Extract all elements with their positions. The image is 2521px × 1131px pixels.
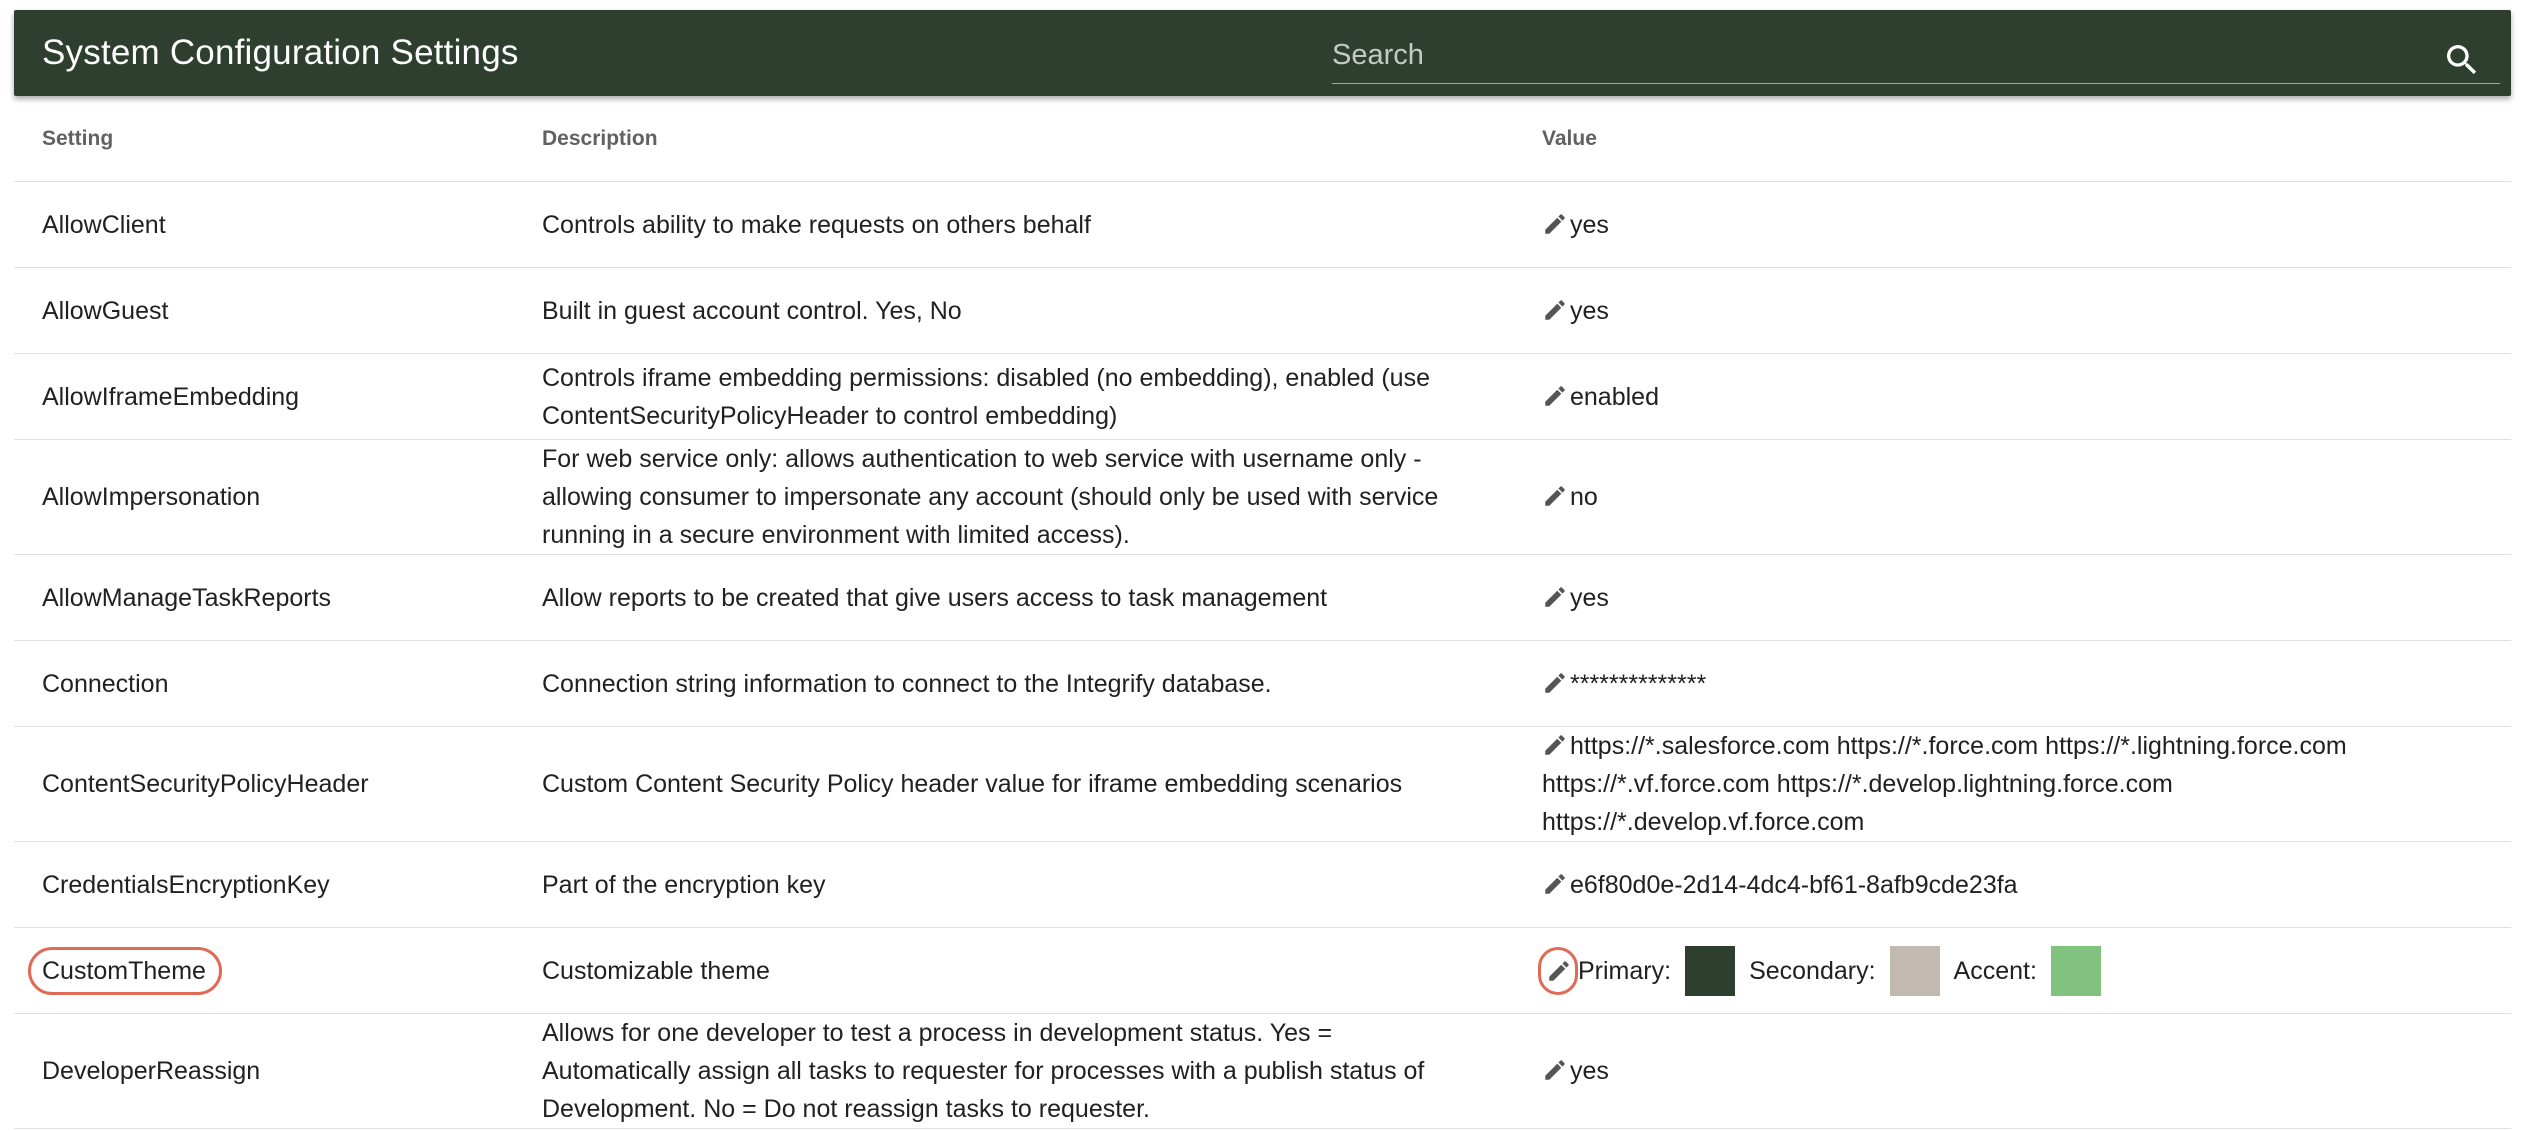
table-row: AllowGuest Built in guest account contro…: [14, 268, 2511, 354]
table-row: AllowImpersonation For web service only:…: [14, 440, 2511, 555]
column-header-description[interactable]: Description: [542, 96, 1482, 181]
app-toolbar: System Configuration Settings: [14, 10, 2511, 96]
setting-description: Built in guest account control. Yes, No: [542, 296, 962, 325]
secondary-label: Secondary:: [1749, 956, 1876, 985]
setting-value-text: https://*.salesforce.com https://*.force…: [1542, 732, 2347, 836]
setting-value-text: yes: [1570, 1057, 1609, 1085]
settings-table: Setting Description Value AllowClient Co…: [14, 96, 2511, 1129]
setting-value-text: yes: [1570, 583, 1609, 612]
accent-label: Accent:: [1953, 956, 2037, 985]
setting-value: **************: [1542, 641, 2502, 726]
pencil-icon[interactable]: [1542, 483, 1568, 509]
setting-description: For web service only: allows authenticat…: [542, 445, 1439, 549]
setting-value: yes: [1542, 182, 2502, 267]
pencil-icon[interactable]: [1542, 297, 1568, 323]
table-row: CustomTheme Customizable theme Primary: …: [14, 928, 2511, 1014]
pencil-icon[interactable]: [1542, 211, 1568, 237]
column-header-value[interactable]: Value: [1542, 96, 2502, 181]
setting-value-text: **************: [1570, 669, 1707, 698]
highlight-circle: [28, 946, 222, 995]
search-icon[interactable]: [2442, 40, 2482, 80]
table-row: DeveloperReassign Allows for one develop…: [14, 1014, 2511, 1129]
table-row: AllowClient Controls ability to make req…: [14, 182, 2511, 268]
page-title: System Configuration Settings: [42, 33, 519, 72]
table-header: Setting Description Value: [14, 96, 2511, 182]
accent-color-swatch[interactable]: [2050, 945, 2101, 996]
setting-description: Connection string information to connect…: [542, 669, 1272, 698]
setting-name: CredentialsEncryptionKey: [42, 870, 330, 899]
setting-name: Connection: [42, 669, 169, 698]
table-row: AllowManageTaskReports Allow reports to …: [14, 555, 2511, 641]
setting-value-text: e6f80d0e-2d14-4dc4-bf61-8afb9cde23fa: [1570, 870, 2018, 899]
setting-description: Allows for one developer to test a proce…: [542, 1019, 1425, 1123]
search-input[interactable]: [1332, 28, 2432, 82]
setting-name: DeveloperReassign: [42, 1057, 261, 1085]
pencil-icon[interactable]: [1542, 871, 1568, 897]
setting-description: Custom Content Security Policy header va…: [542, 770, 1403, 798]
table-row: ContentSecurityPolicyHeader Custom Conte…: [14, 727, 2511, 842]
table-row: AllowIframeEmbedding Controls iframe emb…: [14, 354, 2511, 440]
setting-value: yes: [1542, 1014, 2502, 1128]
setting-name: ContentSecurityPolicyHeader: [42, 770, 369, 798]
setting-value: no: [1542, 440, 2502, 554]
highlight-circle: [1538, 946, 1578, 995]
setting-value: Primary: Secondary: Accent:: [1538, 928, 2502, 1013]
setting-value-text: no: [1570, 483, 1598, 511]
table-row: CredentialsEncryptionKey Part of the enc…: [14, 842, 2511, 928]
setting-value: enabled: [1542, 354, 2502, 439]
setting-description: Part of the encryption key: [542, 870, 826, 899]
pencil-icon[interactable]: [1542, 584, 1568, 610]
setting-value: yes: [1542, 555, 2502, 640]
pencil-icon[interactable]: [1542, 1057, 1568, 1083]
secondary-color-swatch[interactable]: [1889, 945, 1940, 996]
table-row: Connection Connection string information…: [14, 641, 2511, 727]
column-header-setting[interactable]: Setting: [42, 96, 502, 181]
setting-name: AllowGuest: [42, 296, 169, 325]
setting-description: Controls iframe embedding permissions: d…: [542, 363, 1430, 430]
setting-name: AllowImpersonation: [42, 483, 261, 511]
setting-value: e6f80d0e-2d14-4dc4-bf61-8afb9cde23fa: [1542, 842, 2502, 927]
setting-name: AllowClient: [42, 210, 166, 239]
setting-name-cell: CustomTheme: [28, 928, 502, 1013]
settings-page: System Configuration Settings Setting De…: [0, 0, 2521, 1131]
pencil-icon[interactable]: [1542, 383, 1568, 409]
primary-color-swatch[interactable]: [1685, 945, 1736, 996]
setting-value-text: yes: [1570, 296, 1609, 325]
setting-value: https://*.salesforce.com https://*.force…: [1542, 727, 2502, 841]
setting-description: Customizable theme: [542, 956, 770, 985]
pencil-icon[interactable]: [1542, 670, 1568, 696]
pencil-icon[interactable]: [1542, 732, 1568, 758]
setting-description: Allow reports to be created that give us…: [542, 583, 1328, 612]
setting-value-text: yes: [1570, 210, 1609, 239]
setting-value: yes: [1542, 268, 2502, 353]
setting-description: Controls ability to make requests on oth…: [542, 210, 1091, 239]
setting-value-text: enabled: [1570, 382, 1659, 411]
search-field: [1332, 28, 2500, 84]
primary-label: Primary:: [1578, 956, 1672, 985]
setting-name: AllowIframeEmbedding: [42, 382, 300, 411]
setting-name: AllowManageTaskReports: [42, 583, 332, 612]
